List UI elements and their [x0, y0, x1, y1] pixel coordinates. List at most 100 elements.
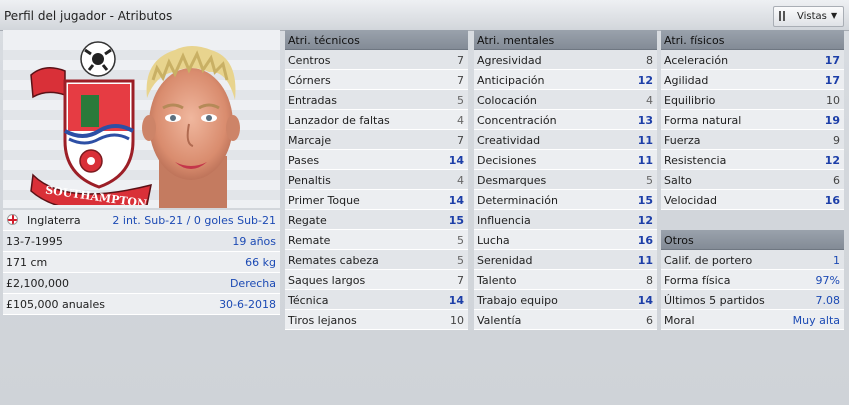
attribute-row[interactable]: Velocidad 16	[661, 190, 844, 210]
attribute-value: 1	[833, 254, 840, 267]
attribute-value: 15	[448, 214, 464, 227]
player-face	[142, 46, 240, 208]
caps-link[interactable]: 2 int. Sub-21 / 0 goles Sub-21	[112, 214, 276, 227]
attribute-row[interactable]: Resistencia 12	[661, 150, 844, 170]
attribute-row[interactable]: Trabajo equipo 14	[474, 290, 657, 310]
attribute-name: Primer Toque	[288, 194, 360, 207]
attribute-row[interactable]: Agresividad 8	[474, 50, 657, 70]
attribute-name: Influencia	[477, 214, 531, 227]
attribute-row[interactable]: Concentración 13	[474, 110, 657, 130]
attribute-row[interactable]: Valentía 6	[474, 310, 657, 330]
attribute-name: Saques largos	[288, 274, 366, 287]
attribute-name: Técnica	[288, 294, 329, 307]
attribute-value: 12	[824, 154, 840, 167]
attribute-value: 6	[833, 174, 840, 187]
physical-header: Atri. físicos	[661, 30, 844, 50]
attribute-name: Velocidad	[664, 194, 718, 207]
attribute-row[interactable]: Creatividad 11	[474, 130, 657, 150]
views-dropdown[interactable]: Vistas ▼	[773, 6, 844, 27]
attribute-row[interactable]: Marcaje 7	[285, 130, 468, 150]
info-row-nationality: Inglaterra 2 int. Sub-21 / 0 goles Sub-2…	[3, 210, 280, 231]
attribute-row[interactable]: Saques largos 7	[285, 270, 468, 290]
attribute-name: Colocación	[477, 94, 537, 107]
title-bar: Perfil del jugador - Atributos Vistas ▼	[0, 0, 849, 31]
attribute-value: 13	[637, 114, 653, 127]
attribute-row[interactable]: Moral Muy alta	[661, 310, 844, 330]
attribute-row[interactable]: Tiros lejanos 10	[285, 310, 468, 330]
attribute-value: 5	[646, 174, 653, 187]
attribute-value: 15	[637, 194, 653, 207]
attribute-name: Regate	[288, 214, 327, 227]
attribute-name: Salto	[664, 174, 692, 187]
attribute-row[interactable]: Serenidad 11	[474, 250, 657, 270]
attribute-row[interactable]: Determinación 15	[474, 190, 657, 210]
wage: £105,000 anuales	[6, 298, 105, 311]
attribute-row[interactable]: Forma natural 19	[661, 110, 844, 130]
attribute-row[interactable]: Desmarques 5	[474, 170, 657, 190]
attribute-value: 16	[637, 234, 653, 247]
attribute-row[interactable]: Agilidad 17	[661, 70, 844, 90]
attribute-name: Calif. de portero	[664, 254, 753, 267]
attribute-row[interactable]: Regate 15	[285, 210, 468, 230]
contract-end[interactable]: 30-6-2018	[219, 298, 276, 311]
attribute-row[interactable]: Salto 6	[661, 170, 844, 190]
attribute-row[interactable]: Últimos 5 partidos 7.08	[661, 290, 844, 310]
attribute-row[interactable]: Lucha 16	[474, 230, 657, 250]
value: £2,100,000	[6, 277, 69, 290]
attribute-row[interactable]: Decisiones 11	[474, 150, 657, 170]
attribute-row[interactable]: Córners 7	[285, 70, 468, 90]
attribute-value: 10	[826, 94, 840, 107]
attribute-row[interactable]: Penaltis 4	[285, 170, 468, 190]
attribute-row[interactable]: Talento 8	[474, 270, 657, 290]
attribute-value: 12	[637, 74, 653, 87]
attribute-name: Últimos 5 partidos	[664, 294, 765, 307]
attribute-row[interactable]: Remates cabeza 5	[285, 250, 468, 270]
attribute-value: 8	[646, 274, 653, 287]
attribute-name: Resistencia	[664, 154, 727, 167]
attribute-name: Forma física	[664, 274, 731, 287]
attribute-row[interactable]: Centros 7	[285, 50, 468, 70]
attribute-value: 14	[448, 294, 464, 307]
attribute-value: 5	[457, 234, 464, 247]
attribute-value: 8	[646, 54, 653, 67]
attribute-row[interactable]: Calif. de portero 1	[661, 250, 844, 270]
attribute-name: Valentía	[477, 314, 522, 327]
attribute-name: Creatividad	[477, 134, 541, 147]
info-row-wage: £105,000 anuales 30-6-2018	[3, 294, 280, 315]
attribute-row[interactable]: Técnica 14	[285, 290, 468, 310]
attribute-row[interactable]: Fuerza 9	[661, 130, 844, 150]
attribute-name: Decisiones	[477, 154, 537, 167]
attribute-row[interactable]: Primer Toque 14	[285, 190, 468, 210]
attribute-row[interactable]: Aceleración 17	[661, 50, 844, 70]
attribute-row[interactable]: Equilibrio 10	[661, 90, 844, 110]
attribute-row[interactable]: Remate 5	[285, 230, 468, 250]
chevron-down-icon: ▼	[831, 11, 838, 20]
nationality[interactable]: Inglaterra	[27, 214, 81, 227]
attribute-value: Muy alta	[792, 314, 840, 327]
attribute-value: 5	[457, 94, 464, 107]
attribute-name: Pases	[288, 154, 320, 167]
info-row-value: £2,100,000 Derecha	[3, 273, 280, 294]
attribute-value: 11	[637, 134, 653, 147]
attribute-name: Penaltis	[288, 174, 331, 187]
attribute-row[interactable]: Lanzador de faltas 4	[285, 110, 468, 130]
attribute-row[interactable]: Anticipación 12	[474, 70, 657, 90]
attribute-value: 14	[637, 294, 653, 307]
views-icon	[779, 11, 785, 21]
attribute-name: Aceleración	[664, 54, 729, 67]
other-attributes-table: Otros Calif. de portero 1 Forma física 97% Ú…	[661, 230, 844, 330]
attribute-row[interactable]: Influencia 12	[474, 210, 657, 230]
attribute-row[interactable]: Forma física 97%	[661, 270, 844, 290]
england-flag-icon	[7, 214, 18, 225]
attribute-name: Lucha	[477, 234, 510, 247]
attribute-row[interactable]: Entradas 5	[285, 90, 468, 110]
attribute-name: Equilibrio	[664, 94, 716, 107]
attribute-value: 10	[450, 314, 464, 327]
attribute-name: Anticipación	[477, 74, 545, 87]
attribute-row[interactable]: Colocación 4	[474, 90, 657, 110]
attribute-name: Talento	[477, 274, 517, 287]
attribute-row[interactable]: Pases 14	[285, 150, 468, 170]
player-photo-panel: SOUTHAMPTON	[3, 30, 280, 208]
attribute-value: 17	[824, 54, 840, 67]
page-title: Perfil del jugador - Atributos	[4, 9, 173, 23]
